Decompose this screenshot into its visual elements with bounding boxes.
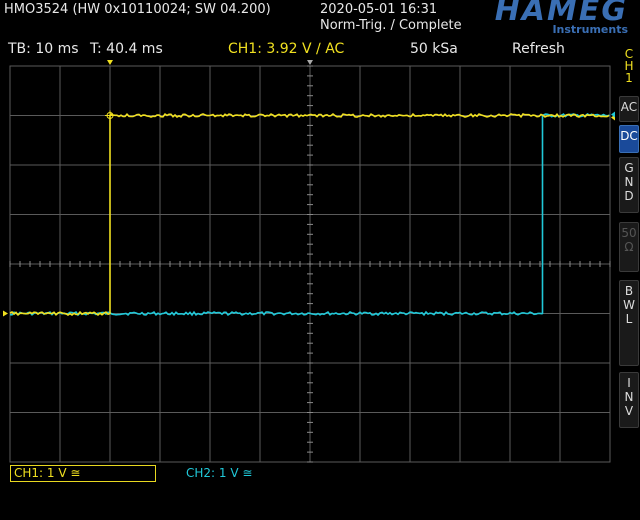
coupling-button-ac[interactable]: AC: [619, 96, 639, 122]
coupling-button-50: 50 Ω: [619, 222, 639, 272]
device-info: HMO3524 (HW 0x10110024; SW 04.200): [4, 2, 271, 17]
time-reference-marker: [307, 60, 313, 65]
graticule: [9, 65, 611, 463]
trigger-level-readout[interactable]: CH1: 3.92 V ∕ AC: [228, 41, 344, 57]
sample-rate-readout: 50 kSa: [410, 41, 458, 57]
datetime: 2020-05-01 16:31: [320, 2, 438, 17]
timebase-readout[interactable]: TB: 10 ms: [8, 41, 79, 57]
trigger-time-readout[interactable]: T: 40.4 ms: [90, 41, 163, 57]
brand-subtitle: Instruments: [552, 23, 628, 36]
trace-markers: [3, 60, 615, 317]
trigger-position-marker[interactable]: [107, 60, 113, 65]
waveform-display[interactable]: [0, 56, 616, 464]
channel-indicator-letter: 1: [625, 71, 633, 85]
trigger-status: Norm-Trig. / Complete: [320, 18, 462, 33]
ch1-ground-marker[interactable]: [3, 310, 8, 317]
acquisition-mode-readout[interactable]: Refresh: [512, 41, 565, 57]
ch2-scale-label[interactable]: CH2: 1 V ≅: [186, 466, 252, 480]
brand-logo: HAMEG Instruments: [450, 0, 628, 37]
coupling-button-dc[interactable]: DC: [619, 125, 639, 153]
coupling-button-inv[interactable]: INV: [619, 372, 639, 428]
coupling-button-gnd[interactable]: GND: [619, 157, 639, 213]
coupling-button-bwl[interactable]: BWL: [619, 280, 639, 366]
ch1-scale-label[interactable]: CH1: 1 V ≅: [10, 465, 156, 482]
